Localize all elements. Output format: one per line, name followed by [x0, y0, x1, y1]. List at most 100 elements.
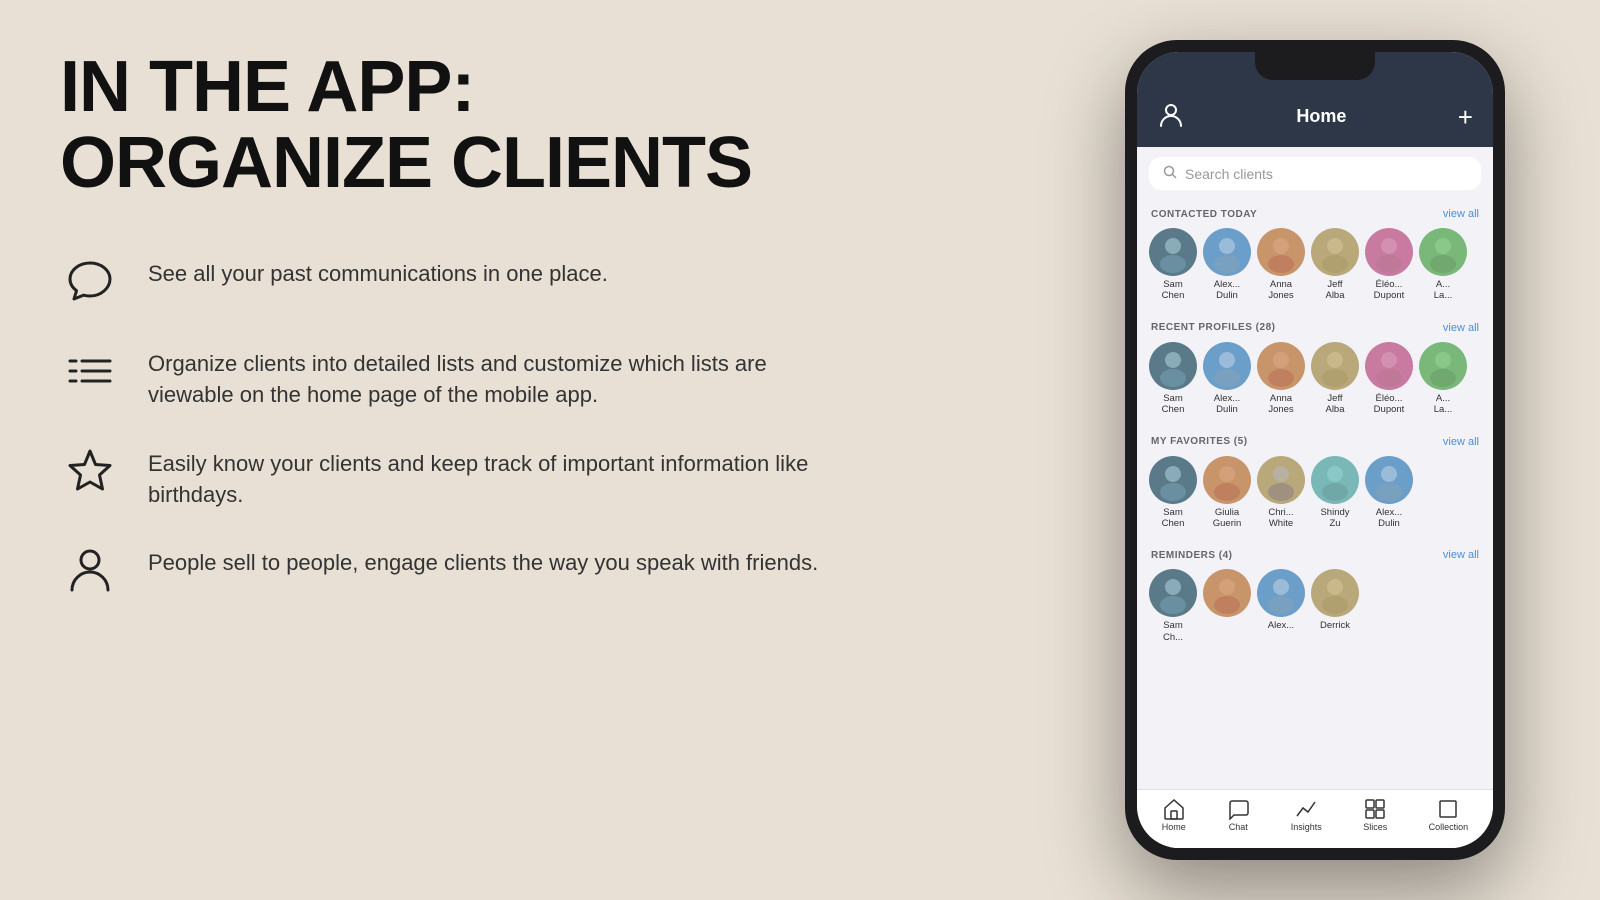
view-all-reminders[interactable]: view all — [1443, 549, 1479, 561]
avatar-name: Alex...Dulin — [1214, 279, 1240, 302]
phone-screen: Home + Search clients CONTACTED — [1137, 52, 1493, 848]
avatar-circle — [1311, 456, 1359, 504]
avatar-name: AnnaJones — [1268, 279, 1293, 302]
nav-slices-label: Slices — [1363, 822, 1387, 832]
avatar-item[interactable]: JeffAlba — [1311, 342, 1359, 416]
avatar-circle — [1311, 342, 1359, 390]
avatar-name: SamChen — [1162, 507, 1185, 530]
avatar-name: A...La... — [1434, 279, 1453, 302]
bottom-nav: Home Chat Insights — [1137, 789, 1493, 848]
avatar-item[interactable]: Alex...Dulin — [1203, 342, 1251, 416]
avatar-circle — [1203, 228, 1251, 276]
avatar-name: Chri...White — [1268, 507, 1293, 530]
section-contacted-today: CONTACTED TODAY view all SamChen — [1137, 200, 1493, 310]
avatar-circle — [1203, 569, 1251, 617]
avatar-name: Éléo...Dupont — [1374, 279, 1405, 302]
feature-chat: See all your past communications in one … — [60, 251, 980, 311]
search-icon — [1163, 165, 1177, 182]
avatar-item[interactable]: SamChen — [1149, 342, 1197, 416]
avatar-circle — [1257, 228, 1305, 276]
nav-collection[interactable]: Collection — [1429, 798, 1469, 832]
avatar-name: JeffAlba — [1325, 393, 1344, 416]
avatar-item[interactable]: AnnaJones — [1257, 228, 1305, 302]
search-placeholder: Search clients — [1185, 166, 1273, 182]
avatar-item[interactable]: AnnaJones — [1257, 342, 1305, 416]
avatars-favorites: SamChen GiuliaGuerin Chri. — [1137, 452, 1493, 538]
avatar-circle — [1149, 228, 1197, 276]
nav-insights-label: Insights — [1291, 822, 1322, 832]
view-all-contacted[interactable]: view all — [1443, 208, 1479, 220]
nav-chat-label: Chat — [1229, 822, 1248, 832]
view-all-recent[interactable]: view all — [1443, 322, 1479, 334]
section-label-reminders: REMINDERS (4) — [1151, 550, 1233, 561]
avatar-name: A...La... — [1434, 393, 1453, 416]
avatar-name: SamCh... — [1163, 620, 1183, 643]
avatar-circle — [1149, 569, 1197, 617]
phone-notch — [1255, 52, 1375, 80]
nav-collection-label: Collection — [1429, 822, 1469, 832]
section-header-reminders: REMINDERS (4) view all — [1137, 541, 1493, 565]
app-content: CONTACTED TODAY view all SamChen — [1137, 196, 1493, 789]
feature-list-text: Organize clients into detailed lists and… — [148, 341, 848, 411]
avatar-circle — [1203, 342, 1251, 390]
avatar-name: Éléo...Dupont — [1374, 393, 1405, 416]
avatar-circle — [1419, 342, 1467, 390]
chat-icon — [60, 251, 120, 311]
nav-home[interactable]: Home — [1162, 798, 1186, 832]
avatar-item[interactable]: SamChen — [1149, 228, 1197, 302]
section-my-favorites: MY FAVORITES (5) view all SamChen — [1137, 428, 1493, 538]
avatar-circle — [1365, 342, 1413, 390]
section-recent-profiles: RECENT PROFILES (28) view all SamChen — [1137, 314, 1493, 424]
feature-list: Organize clients into detailed lists and… — [60, 341, 980, 411]
avatar-item[interactable]: A...La... — [1419, 342, 1467, 416]
avatar-item[interactable]: ShindyZu — [1311, 456, 1359, 530]
avatar-item[interactable]: Alex...Dulin — [1365, 456, 1413, 530]
section-header-favorites: MY FAVORITES (5) view all — [1137, 428, 1493, 452]
view-all-favorites[interactable]: view all — [1443, 436, 1479, 448]
left-panel: IN THE APP: ORGANIZE CLIENTS See all you… — [0, 0, 1040, 900]
avatar-name: JeffAlba — [1325, 279, 1344, 302]
nav-slices[interactable]: Slices — [1363, 798, 1387, 832]
avatar-item[interactable]: Éléo...Dupont — [1365, 228, 1413, 302]
avatar-item[interactable]: JeffAlba — [1311, 228, 1359, 302]
avatars-contacted: SamChen Alex...Dulin AnnaJ — [1137, 224, 1493, 310]
avatar-name: GiuliaGuerin — [1213, 507, 1242, 530]
avatar-circle — [1365, 228, 1413, 276]
add-button[interactable]: + — [1458, 104, 1473, 130]
avatar-circle — [1311, 569, 1359, 617]
avatar-circle — [1311, 228, 1359, 276]
avatar-item[interactable]: Alex... — [1257, 569, 1305, 643]
avatar-circle — [1257, 456, 1305, 504]
avatar-name: SamChen — [1162, 393, 1185, 416]
right-panel: Home + Search clients CONTACTED — [1040, 0, 1600, 900]
avatar-item[interactable]: SamChen — [1149, 456, 1197, 530]
avatar-circle — [1149, 342, 1197, 390]
avatar-item[interactable]: A...La... — [1419, 228, 1467, 302]
nav-chat[interactable]: Chat — [1227, 798, 1249, 832]
avatar-item[interactable]: Éléo...Dupont — [1365, 342, 1413, 416]
search-bar[interactable]: Search clients — [1149, 157, 1481, 190]
avatars-recent: SamChen Alex...Dulin AnnaJ — [1137, 338, 1493, 424]
nav-insights[interactable]: Insights — [1291, 798, 1322, 832]
section-label-favorites: MY FAVORITES (5) — [1151, 436, 1248, 447]
section-label-recent: RECENT PROFILES (28) — [1151, 322, 1275, 333]
list-icon — [60, 341, 120, 401]
avatar-item[interactable]: SamCh... — [1149, 569, 1197, 643]
avatar-item[interactable] — [1203, 569, 1251, 643]
avatar-name: ShindyZu — [1320, 507, 1349, 530]
profile-icon[interactable] — [1157, 100, 1185, 133]
feature-chat-text: See all your past communications in one … — [148, 251, 608, 290]
avatar-item[interactable]: GiuliaGuerin — [1203, 456, 1251, 530]
person-icon — [60, 540, 120, 600]
feature-person: People sell to people, engage clients th… — [60, 540, 980, 600]
nav-home-label: Home — [1162, 822, 1186, 832]
avatar-item[interactable]: Chri...White — [1257, 456, 1305, 530]
avatar-circle — [1419, 228, 1467, 276]
avatar-item[interactable]: Derrick — [1311, 569, 1359, 643]
section-label-contacted: CONTACTED TODAY — [1151, 209, 1257, 220]
avatar-item[interactable]: Alex...Dulin — [1203, 228, 1251, 302]
star-icon — [60, 441, 120, 501]
feature-star-text: Easily know your clients and keep track … — [148, 441, 848, 511]
section-header-recent: RECENT PROFILES (28) view all — [1137, 314, 1493, 338]
section-header-contacted: CONTACTED TODAY view all — [1137, 200, 1493, 224]
